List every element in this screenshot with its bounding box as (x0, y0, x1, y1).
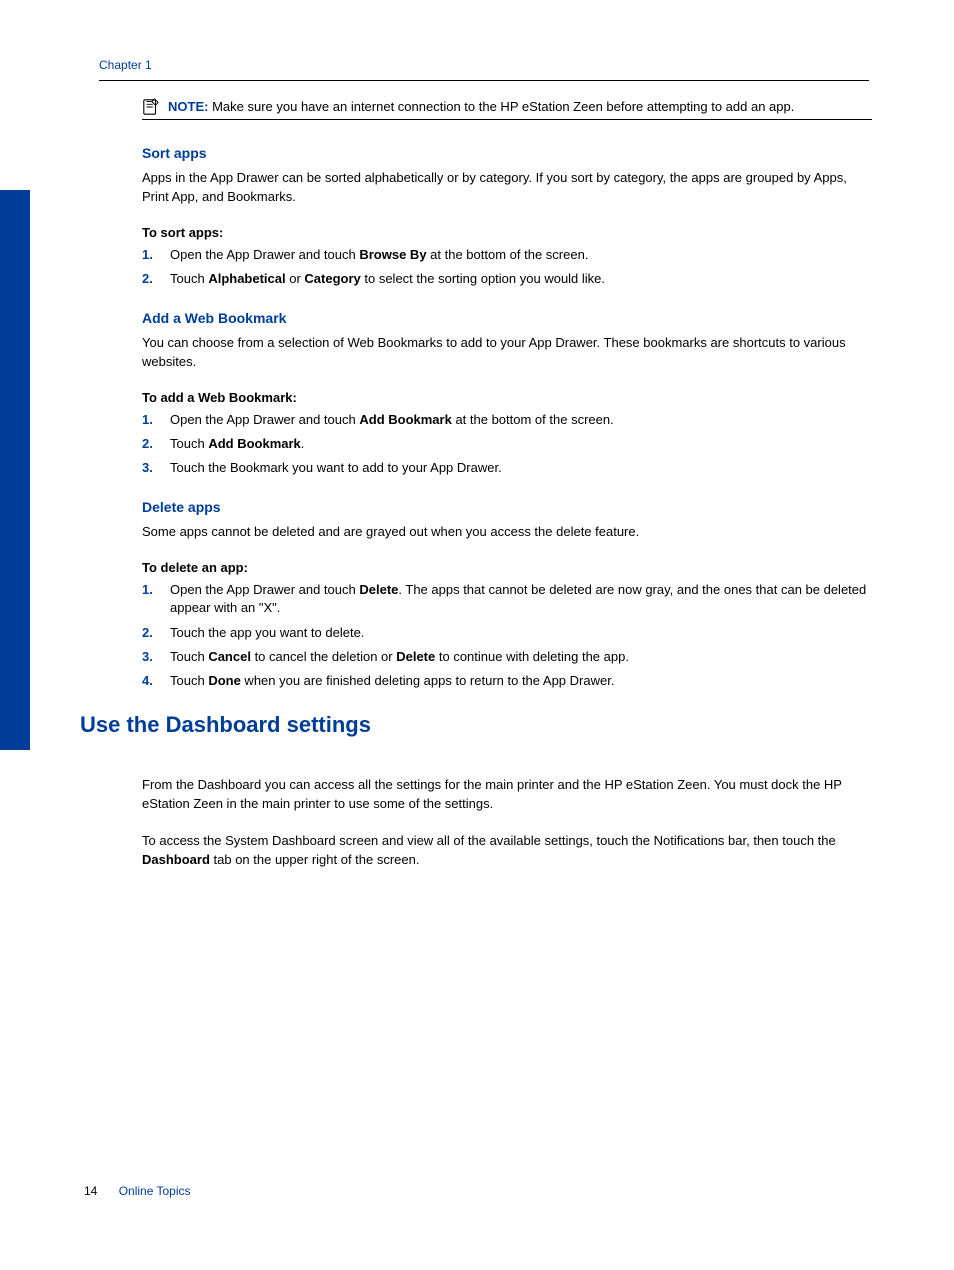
step: Touch Alphabetical or Category to select… (142, 270, 870, 288)
step: Open the App Drawer and touch Browse By … (142, 246, 870, 264)
step: Touch the app you want to delete. (142, 624, 870, 642)
step: Touch the Bookmark you want to add to yo… (142, 459, 870, 477)
paragraph: From the Dashboard you can access all th… (142, 776, 870, 814)
steps-title: To delete an app: (142, 560, 870, 575)
footer-title: Online Topics (119, 1184, 191, 1198)
sidebar-tab-label: Online Topics (35, 360, 47, 432)
heading-use-dashboard: Use the Dashboard settings (80, 712, 870, 738)
page-footer: 14 Online Topics (84, 1184, 191, 1198)
step: Touch Done when you are finished deletin… (142, 672, 870, 690)
steps-list: Open the App Drawer and touch Add Bookma… (142, 411, 870, 478)
note-text: Make sure you have an internet connectio… (212, 99, 794, 114)
paragraph: Some apps cannot be deleted and are gray… (142, 523, 870, 542)
note-rule (142, 119, 872, 120)
heading-delete-apps: Delete apps (142, 499, 870, 515)
steps-list: Open the App Drawer and touch Delete. Th… (142, 581, 870, 690)
steps-title: To sort apps: (142, 225, 870, 240)
step: Touch Cancel to cancel the deletion or D… (142, 648, 870, 666)
note-icon (142, 98, 160, 116)
paragraph: To access the System Dashboard screen an… (142, 832, 870, 870)
step: Open the App Drawer and touch Add Bookma… (142, 411, 870, 429)
sidebar-tab (0, 190, 30, 750)
header-rule (99, 80, 869, 81)
heading-sort-apps: Sort apps (142, 145, 870, 161)
note-callout: NOTE: Make sure you have an internet con… (142, 98, 872, 116)
chapter-header: Chapter 1 (99, 58, 152, 72)
paragraph: Apps in the App Drawer can be sorted alp… (142, 169, 870, 207)
page-number: 14 (84, 1184, 97, 1198)
heading-add-bookmark: Add a Web Bookmark (142, 310, 870, 326)
step: Open the App Drawer and touch Delete. Th… (142, 581, 870, 617)
step: Touch Add Bookmark. (142, 435, 870, 453)
paragraph: You can choose from a selection of Web B… (142, 334, 870, 372)
note-label: NOTE: (168, 99, 208, 114)
steps-list: Open the App Drawer and touch Browse By … (142, 246, 870, 288)
steps-title: To add a Web Bookmark: (142, 390, 870, 405)
